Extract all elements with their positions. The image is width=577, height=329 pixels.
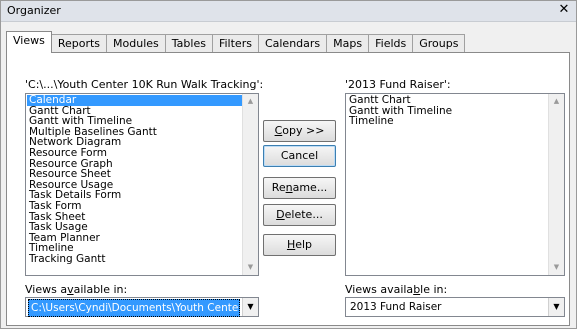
delete-label: elete... (284, 208, 323, 221)
scroll-down-icon[interactable]: ▼ (243, 260, 258, 275)
tab-fields[interactable]: Fields (368, 34, 414, 53)
scroll-up-icon[interactable]: ▲ (549, 94, 564, 109)
right-available-select[interactable]: 2013 Fund Raiser ▼ (345, 297, 565, 317)
copy-button[interactable]: Copy >> (263, 120, 336, 142)
tab-calendars[interactable]: Calendars (257, 34, 328, 53)
tab-strip: Views Reports Modules Tables Filters Cal… (6, 31, 466, 53)
tab-tables[interactable]: Tables (164, 34, 213, 53)
right-views-list[interactable]: Gantt Chart Gantt with Timeline Timeline ▲… (345, 93, 565, 276)
dialog-title: Organizer (7, 4, 61, 17)
left-available-select[interactable]: C:\Users\Cyndi\Documents\Youth Center 10… (25, 297, 259, 317)
chevron-down-icon[interactable]: ▼ (548, 298, 564, 316)
tab-views[interactable]: Views (6, 31, 52, 53)
chevron-down-icon[interactable]: ▼ (242, 298, 258, 316)
right-available-label-post: le in: (420, 283, 448, 296)
right-available-value: 2013 Fund Raiser (350, 301, 442, 313)
left-views-list[interactable]: Calendar Gantt Chart Gantt with Timeline Mu… (25, 93, 259, 276)
scroll-down-icon[interactable]: ▼ (549, 260, 564, 275)
help-accel: H (286, 238, 296, 251)
views-tab-panel: 'C:\...\Youth Center 10K Run Walk Tracki… (6, 52, 570, 326)
delete-button[interactable]: Delete... (263, 204, 336, 226)
left-available-label: Views available in: (25, 283, 127, 296)
rename-button[interactable]: Rename... (263, 177, 336, 199)
tab-groups[interactable]: Groups (412, 34, 466, 53)
title-bar: Organizer ✕ (1, 1, 576, 22)
right-available-label-pre: Views availa (345, 283, 414, 296)
list-item[interactable]: Resource Form (27, 148, 242, 159)
list-item[interactable]: Gantt Chart (347, 95, 548, 106)
tab-reports[interactable]: Reports (50, 34, 108, 53)
list-item[interactable]: Tracking Gantt (27, 254, 242, 265)
left-available-label-post: ailable in: (73, 283, 128, 296)
list-item[interactable]: Timeline (347, 116, 548, 127)
tab-filters[interactable]: Filters (211, 34, 259, 53)
rename-label: ame... (292, 181, 328, 194)
list-item[interactable]: Task Form (27, 201, 242, 212)
tab-maps[interactable]: Maps (326, 34, 370, 53)
copy-label: opy >> (282, 124, 325, 137)
organizer-dialog: Organizer ✕ Views Reports Modules Tables… (0, 0, 577, 329)
cancel-button[interactable]: Cancel (263, 145, 336, 167)
scroll-up-icon[interactable]: ▲ (243, 94, 258, 109)
right-list-scrollbar[interactable]: ▲ ▼ (548, 94, 564, 275)
help-label: elp (295, 238, 313, 251)
list-item[interactable]: Calendar (27, 95, 242, 106)
right-list-header: '2013 Fund Raiser': (345, 78, 451, 91)
rename-accel: n (285, 181, 293, 194)
left-available-value: C:\Users\Cyndi\Documents\Youth Center 10… (28, 299, 240, 317)
tab-modules[interactable]: Modules (106, 34, 166, 53)
left-available-label-pre: Views a (25, 283, 68, 296)
help-button[interactable]: Help (263, 234, 336, 256)
left-list-scrollbar[interactable]: ▲ ▼ (242, 94, 258, 275)
right-available-label: Views available in: (345, 283, 447, 296)
rename-label-pre: Re (271, 181, 286, 194)
delete-accel: D (276, 208, 285, 221)
close-icon[interactable]: ✕ (556, 2, 572, 18)
left-list-header: 'C:\...\Youth Center 10K Run Walk Tracki… (25, 78, 264, 91)
